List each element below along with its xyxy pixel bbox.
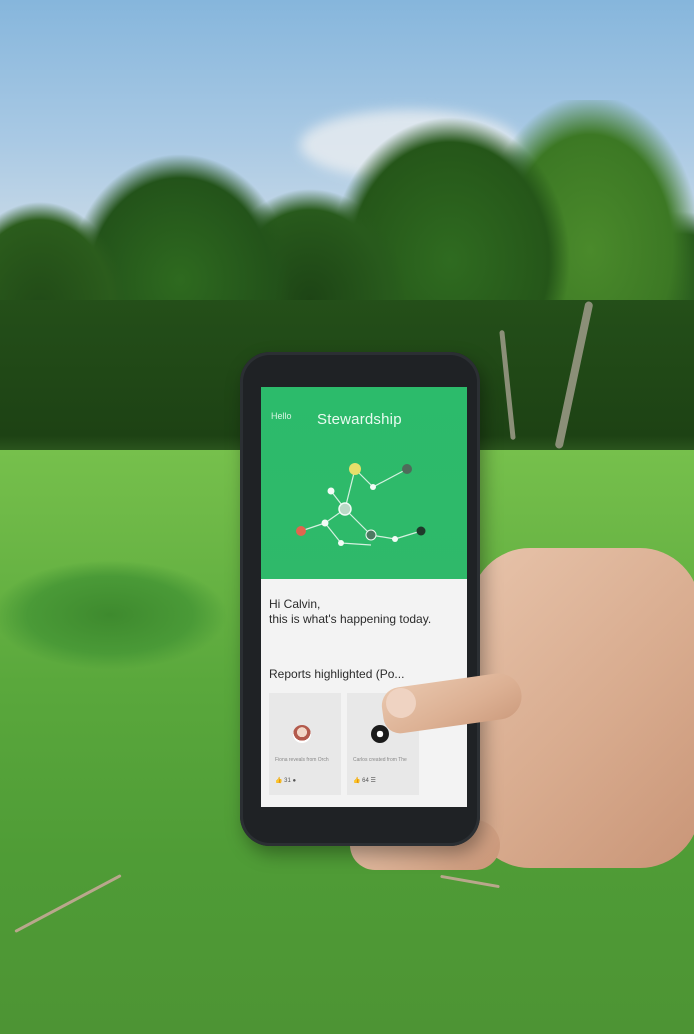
graph-node bbox=[327, 487, 335, 495]
avatar bbox=[371, 725, 389, 743]
graph-node bbox=[402, 464, 412, 474]
card-meta: 👍 31 ● bbox=[275, 778, 297, 784]
card-meta: 👍 64 ☰ bbox=[353, 778, 376, 784]
avatar bbox=[293, 725, 311, 743]
greeting: Hi Calvin, this is what's happening toda… bbox=[269, 597, 459, 627]
graph-node bbox=[321, 519, 329, 527]
graph-node bbox=[416, 526, 426, 536]
phone-screen: Hello Stewardship Hi Calvin, this is wha… bbox=[261, 387, 467, 807]
app-title: Stewardship bbox=[317, 411, 402, 428]
park-photo: Hello Stewardship Hi Calvin, this is wha… bbox=[0, 0, 694, 1034]
graph-node bbox=[370, 484, 376, 490]
bush bbox=[0, 545, 260, 695]
graph-node bbox=[338, 502, 352, 516]
section-title: Reports highlighted (Po... bbox=[269, 667, 405, 681]
graph-node bbox=[365, 529, 377, 541]
graph-node bbox=[338, 540, 344, 546]
app-header: Hello Stewardship bbox=[261, 387, 467, 579]
card-caption: Carlos created from The bbox=[353, 757, 407, 763]
card-caption: Fiona reveals from Orch bbox=[275, 757, 329, 763]
greeting-line: Hi Calvin, bbox=[269, 597, 321, 611]
network-graph bbox=[296, 463, 426, 546]
graph-node bbox=[392, 536, 398, 542]
report-card[interactable]: Fiona reveals from Orch 👍 31 ● bbox=[269, 693, 341, 795]
graph-node bbox=[296, 526, 306, 536]
greeting-line: this is what's happening today. bbox=[269, 612, 432, 626]
graph-node bbox=[349, 463, 361, 475]
back-button[interactable]: Hello bbox=[271, 411, 292, 421]
